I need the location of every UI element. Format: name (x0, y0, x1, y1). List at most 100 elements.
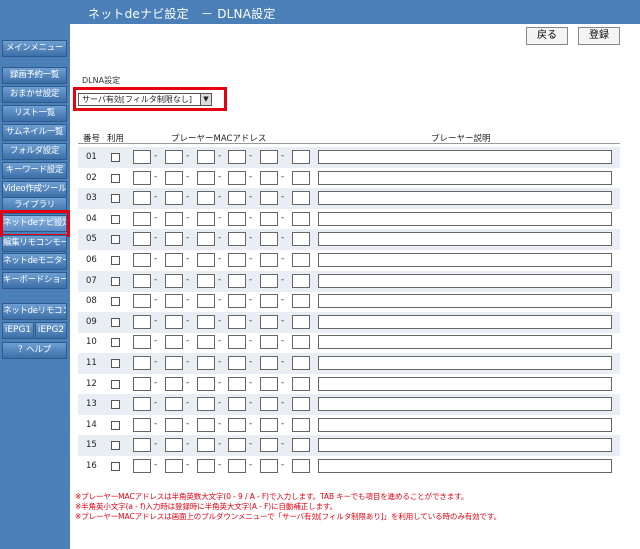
mac-octet-field[interactable] (133, 417, 151, 432)
mac-octet-field[interactable] (133, 211, 151, 226)
mac-octet-field[interactable] (292, 335, 310, 350)
mac-octet-field[interactable] (228, 211, 246, 226)
player-description-field[interactable] (318, 294, 612, 309)
use-checkbox[interactable] (111, 317, 120, 327)
mac-octet-field[interactable] (292, 314, 310, 329)
mac-octet-field[interactable] (165, 170, 183, 185)
mac-octet-field[interactable] (165, 191, 183, 206)
mac-octet-field[interactable] (133, 356, 151, 370)
mac-octet-field[interactable] (165, 376, 183, 391)
player-description-field[interactable] (318, 191, 612, 206)
sidebar-item-monitor[interactable]: ネットdeモニター (2, 253, 67, 270)
mac-octet-field[interactable] (197, 335, 215, 350)
mac-octet-field[interactable] (133, 253, 151, 267)
mac-octet-field[interactable] (260, 438, 278, 453)
player-description-field[interactable] (318, 376, 612, 391)
mac-octet-field[interactable] (197, 232, 215, 247)
player-description-field[interactable] (318, 459, 612, 473)
mac-octet-field[interactable] (197, 397, 215, 412)
mac-octet-field[interactable] (165, 438, 183, 453)
sidebar-item-shortcut[interactable]: キーボードショートカット (2, 272, 67, 289)
player-description-field[interactable] (318, 232, 612, 247)
sidebar-item-omakase[interactable]: おまかせ設定 (2, 86, 67, 103)
mac-octet-field[interactable] (165, 294, 183, 309)
mac-octet-field[interactable] (165, 314, 183, 329)
mac-octet-field[interactable] (292, 417, 310, 432)
mac-octet-field[interactable] (228, 170, 246, 185)
mac-octet-field[interactable] (260, 335, 278, 350)
mac-octet-field[interactable] (197, 191, 215, 206)
use-checkbox[interactable] (111, 194, 120, 204)
player-description-field[interactable] (318, 397, 612, 412)
sidebar-item-recording-list[interactable]: 録画予約一覧 (2, 67, 67, 84)
mac-octet-field[interactable] (133, 335, 151, 350)
sidebar-item-folder[interactable]: フォルダ設定 (2, 143, 67, 160)
player-description-field[interactable] (318, 356, 612, 370)
mac-octet-field[interactable] (260, 191, 278, 206)
mac-octet-field[interactable] (197, 211, 215, 226)
mac-octet-field[interactable] (292, 191, 310, 206)
mac-octet-field[interactable] (228, 356, 246, 370)
mac-octet-field[interactable] (228, 232, 246, 247)
mac-octet-field[interactable] (228, 253, 246, 267)
mac-octet-field[interactable] (228, 438, 246, 453)
mac-octet-field[interactable] (165, 335, 183, 350)
use-checkbox[interactable] (111, 297, 120, 307)
mac-octet-field[interactable] (292, 170, 310, 185)
mac-octet-field[interactable] (228, 314, 246, 329)
mac-octet-field[interactable] (260, 294, 278, 309)
mac-octet-field[interactable] (292, 459, 310, 473)
mac-octet-field[interactable] (133, 273, 151, 288)
mac-octet-field[interactable] (228, 397, 246, 412)
sidebar-item-thumbnail[interactable]: サムネイル一覧 (2, 124, 67, 141)
mac-octet-field[interactable] (292, 356, 310, 370)
mac-octet-field[interactable] (197, 438, 215, 453)
mac-octet-field[interactable] (228, 376, 246, 391)
mac-octet-field[interactable] (292, 211, 310, 226)
player-description-field[interactable] (318, 273, 612, 288)
mac-octet-field[interactable] (228, 294, 246, 309)
mac-octet-field[interactable] (165, 459, 183, 473)
sidebar-item-edit-remote[interactable]: 編集リモコンモード (2, 235, 67, 252)
mac-octet-field[interactable] (260, 356, 278, 370)
player-description-field[interactable] (318, 335, 612, 350)
mac-octet-field[interactable] (197, 356, 215, 370)
mac-octet-field[interactable] (197, 170, 215, 185)
use-checkbox[interactable] (111, 338, 120, 348)
mac-octet-field[interactable] (197, 417, 215, 432)
sidebar-item-remote[interactable]: ネットdeリモコン (2, 303, 67, 320)
use-checkbox[interactable] (111, 235, 120, 245)
player-description-field[interactable] (318, 253, 612, 267)
mac-octet-field[interactable] (133, 150, 151, 164)
mac-octet-field[interactable] (292, 397, 310, 412)
mac-octet-field[interactable] (165, 253, 183, 267)
back-button[interactable]: 戻る (526, 27, 568, 45)
mac-octet-field[interactable] (260, 150, 278, 164)
use-checkbox[interactable] (111, 173, 120, 183)
mac-octet-field[interactable] (165, 211, 183, 226)
use-checkbox[interactable] (111, 359, 120, 368)
mac-octet-field[interactable] (133, 191, 151, 206)
mac-octet-field[interactable] (197, 459, 215, 473)
mac-octet-field[interactable] (133, 294, 151, 309)
mac-octet-field[interactable] (260, 459, 278, 473)
mac-octet-field[interactable] (228, 417, 246, 432)
use-checkbox[interactable] (111, 441, 120, 451)
chevron-down-icon[interactable]: ▼ (200, 93, 212, 106)
mac-octet-field[interactable] (197, 150, 215, 164)
player-description-field[interactable] (318, 150, 612, 164)
mac-octet-field[interactable] (292, 232, 310, 247)
mac-octet-field[interactable] (260, 253, 278, 267)
mac-octet-field[interactable] (292, 294, 310, 309)
mac-octet-field[interactable] (228, 335, 246, 350)
mac-octet-field[interactable] (260, 376, 278, 391)
use-checkbox[interactable] (111, 256, 120, 265)
mac-octet-field[interactable] (133, 170, 151, 185)
mac-octet-field[interactable] (228, 150, 246, 164)
mac-octet-field[interactable] (260, 314, 278, 329)
mac-octet-field[interactable] (260, 170, 278, 185)
mac-octet-field[interactable] (292, 150, 310, 164)
mac-octet-field[interactable] (260, 273, 278, 288)
use-checkbox[interactable] (111, 462, 120, 471)
mac-octet-field[interactable] (197, 314, 215, 329)
